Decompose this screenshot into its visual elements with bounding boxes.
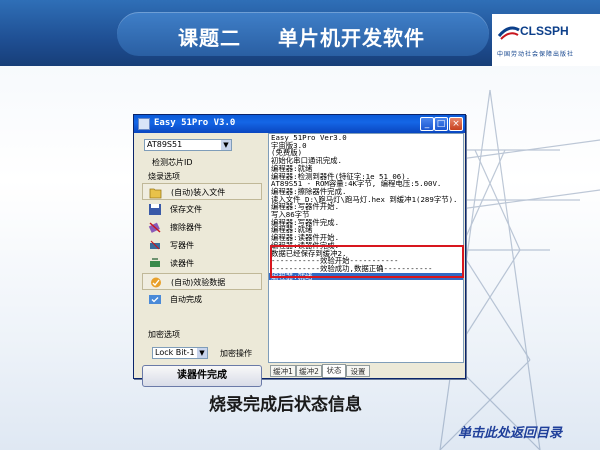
chip-select-value: AT89S51 — [147, 140, 183, 149]
menu-item-save-file[interactable]: 保存文件 — [142, 201, 262, 218]
app-icon — [138, 118, 150, 130]
burn-options-label: 烧录选项 — [148, 172, 180, 181]
lock-bit-value: Lock Bit-1 — [155, 348, 195, 357]
menu-item-load-file[interactable]: (自动)装入文件 — [142, 183, 262, 200]
folder-open-icon — [149, 188, 162, 199]
menu-item-write[interactable]: 写器件 — [142, 237, 262, 254]
read-chip-icon — [150, 258, 160, 267]
menu-item-auto-complete[interactable]: 自动完成 — [142, 291, 262, 308]
chevron-down-icon[interactable]: ▼ — [197, 348, 207, 358]
tab-buffer1[interactable]: 缓冲1 — [270, 365, 296, 377]
window-titlebar[interactable]: Easy 51Pro V3.0 _ □ × — [134, 115, 465, 133]
erase-icon — [148, 222, 161, 233]
maximize-button[interactable]: □ — [434, 117, 448, 131]
verify-icon — [151, 277, 161, 288]
publisher-logo-icon — [497, 26, 520, 40]
publisher-logo-text: CLSSPH — [520, 24, 569, 38]
left-control-pane: AT89S51 ▼ 检测芯片ID 烧录选项 (自动)装入文件 保存文件 擦除器件… — [138, 137, 264, 387]
encrypt-options-label: 加密选项 — [148, 330, 180, 339]
menu-item-erase[interactable]: 擦除器件 — [142, 219, 262, 236]
encrypt-action-button[interactable]: 加密操作 — [220, 348, 252, 359]
tab-settings[interactable]: 设置 — [346, 365, 370, 377]
chevron-down-icon[interactable]: ▼ — [221, 140, 231, 150]
chip-select[interactable]: AT89S51 ▼ — [144, 139, 232, 151]
highlight-box — [270, 245, 464, 278]
read-complete-button[interactable]: 读器件完成 — [142, 365, 262, 387]
minimize-button[interactable]: _ — [420, 117, 434, 131]
close-button[interactable]: × — [449, 117, 463, 131]
tab-status[interactable]: 状态 — [322, 364, 346, 378]
publisher-name: 中国劳动社会保障出版社 — [497, 51, 575, 58]
back-to-contents-link[interactable]: 单击此处返回目录 — [458, 422, 562, 441]
menu-item-verify[interactable]: (自动)效验数据 — [142, 273, 262, 290]
slide-caption: 烧录完成后状态信息 — [209, 395, 362, 415]
tab-buffer2[interactable]: 缓冲2 — [296, 365, 322, 377]
window-title: Easy 51Pro V3.0 — [154, 118, 236, 128]
title-lesson-number: 课题二 — [178, 26, 241, 50]
title-topic: 单片机开发软件 — [278, 26, 425, 50]
lock-bit-select[interactable]: Lock Bit-1 ▼ — [152, 347, 208, 359]
easy51pro-window[interactable]: Easy 51Pro V3.0 _ □ × AT89S51 ▼ 检测芯片ID 烧… — [133, 114, 466, 387]
write-chip-icon — [150, 240, 160, 250]
slide: 课题二 单片机开发软件 CLSSPH 中国劳动社会保障出版社 Easy 51Pr… — [0, 0, 600, 450]
menu-item-read[interactable]: 读器件 — [142, 255, 262, 272]
auto-complete-icon — [149, 295, 161, 304]
detect-chip-id-label[interactable]: 检测芯片ID — [152, 157, 193, 168]
save-disk-icon — [149, 204, 161, 215]
